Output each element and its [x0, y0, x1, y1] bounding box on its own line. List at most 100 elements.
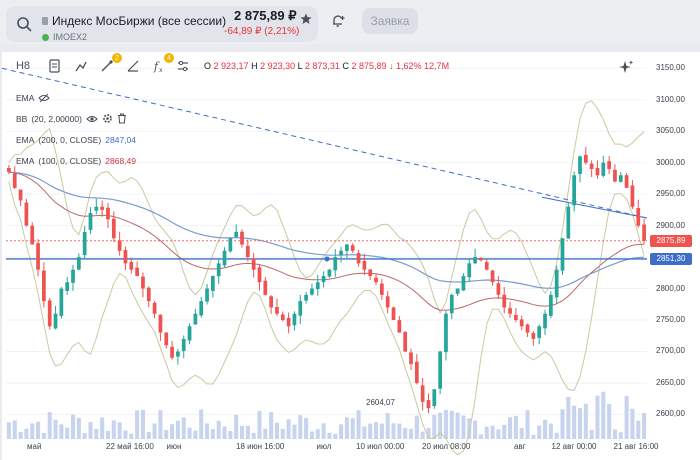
volume-bar	[583, 403, 588, 439]
drawings-button[interactable]: 2	[98, 53, 122, 76]
candle-body	[176, 351, 180, 357]
candle-body	[18, 189, 23, 201]
candle-body	[30, 225, 35, 245]
candle-body	[315, 282, 320, 290]
y-tick-label: 3100,00	[656, 94, 685, 104]
candle-body	[350, 245, 355, 251]
volume-bar	[187, 427, 192, 439]
y-tick-label: 2600,00	[656, 409, 685, 419]
volume-bar	[554, 432, 559, 439]
candle-body	[94, 206, 99, 211]
indicators-button[interactable]: fx 4	[150, 53, 174, 76]
volume-bar	[210, 428, 215, 439]
price-change: -64,89 ₽ (2,21%)	[224, 26, 300, 37]
candle-body	[356, 253, 361, 264]
volume-bar	[624, 396, 629, 439]
volume-bar	[455, 412, 460, 439]
candle-body	[339, 250, 343, 255]
volume-bar	[193, 430, 198, 439]
low-value: 2 873,31	[304, 61, 340, 71]
chart-compare-icon	[75, 61, 87, 72]
volume-bar	[123, 430, 128, 439]
candle-body	[426, 400, 431, 409]
volume-bar	[94, 428, 99, 439]
legend-ema100-params: (100, 0, CLOSE)	[38, 156, 102, 166]
candle-body	[560, 238, 565, 271]
order-button[interactable]: Заявка	[362, 8, 418, 34]
star-icon[interactable]	[300, 13, 312, 25]
candle-body	[187, 326, 192, 341]
volume-bar	[59, 424, 64, 439]
candle-body	[158, 314, 163, 333]
volume-bar	[612, 429, 617, 439]
settings-button[interactable]	[174, 56, 192, 76]
volume-bar	[478, 434, 483, 439]
x-tick-label: 20 июл 08:00	[422, 442, 471, 451]
y-tick-label: 2700,00	[656, 346, 685, 356]
candle-body	[280, 314, 285, 321]
candle-body	[444, 313, 448, 353]
legend-bb-params: (20, 2,00000)	[31, 113, 82, 124]
chart-type-button[interactable]	[46, 56, 64, 76]
candle-body	[403, 332, 408, 352]
volume-bar	[339, 424, 344, 439]
current-price: 2 875,89 ₽	[234, 8, 297, 23]
candle-body	[321, 275, 326, 283]
volume-bar	[41, 432, 46, 439]
candle-body	[111, 218, 116, 239]
volume-bar	[158, 410, 163, 439]
compare-button[interactable]	[72, 56, 90, 76]
volume-bar	[461, 415, 466, 439]
volume-bar	[36, 421, 41, 439]
volume-bar	[321, 423, 326, 439]
interval-button[interactable]: H8	[12, 56, 34, 76]
close-value: 2 875,89	[351, 61, 387, 71]
volume-bar	[88, 422, 93, 439]
instrument-icon	[42, 17, 48, 25]
candle-body	[135, 267, 139, 276]
volume-bar	[140, 409, 145, 439]
svg-text:x: x	[159, 67, 163, 73]
candle-body	[7, 168, 11, 173]
volume-value: 12,7M	[424, 61, 450, 71]
instrument-code-text: IMOEX2	[53, 32, 88, 42]
chart-toolbar: H8 2 fx 4	[2, 52, 212, 80]
trash-icon[interactable]	[117, 113, 127, 124]
trendline-button[interactable]	[124, 56, 142, 76]
legend-ema100: EMA (100, 0, CLOSE) 2868,49	[16, 156, 136, 166]
eye-icon[interactable]	[86, 114, 98, 124]
candle-body	[88, 213, 93, 230]
bell-plus-icon[interactable]	[330, 13, 346, 29]
volume-bar	[449, 410, 454, 439]
low-label: L	[297, 61, 303, 71]
candle-body	[583, 154, 588, 163]
sparkle-icon[interactable]	[614, 58, 638, 76]
candle-body	[228, 238, 233, 252]
eye-off-icon[interactable]	[38, 93, 51, 103]
candle-body	[164, 332, 169, 346]
volume-bar	[239, 425, 245, 439]
candle-body	[467, 263, 472, 278]
volume-bar	[642, 413, 647, 439]
volume-bar	[542, 419, 548, 439]
candle-body	[245, 245, 250, 258]
volume-bar	[344, 417, 349, 439]
volume-bar	[228, 431, 233, 439]
volume-bar	[438, 412, 443, 439]
gear-icon[interactable]	[102, 113, 113, 124]
volume-bar	[286, 419, 291, 439]
candle-body	[310, 288, 314, 295]
sliders-icon	[178, 60, 188, 72]
candle-body	[473, 257, 477, 264]
chart-panel[interactable]: H8 2 fx 4 O 2 923,17 H 2 923,30 L 2 873,…	[2, 52, 700, 460]
candle-body	[455, 288, 460, 294]
volume-bar	[496, 429, 501, 439]
volume-bar	[82, 433, 87, 439]
legend-ema100-label: EMA	[16, 156, 35, 166]
candle-body	[47, 300, 52, 327]
volume-bar	[298, 415, 303, 439]
legend-ema100-value: 2868,49	[105, 156, 136, 166]
volume-bar	[379, 423, 384, 439]
volume-bar	[490, 425, 495, 439]
market-status-icon	[42, 34, 49, 41]
